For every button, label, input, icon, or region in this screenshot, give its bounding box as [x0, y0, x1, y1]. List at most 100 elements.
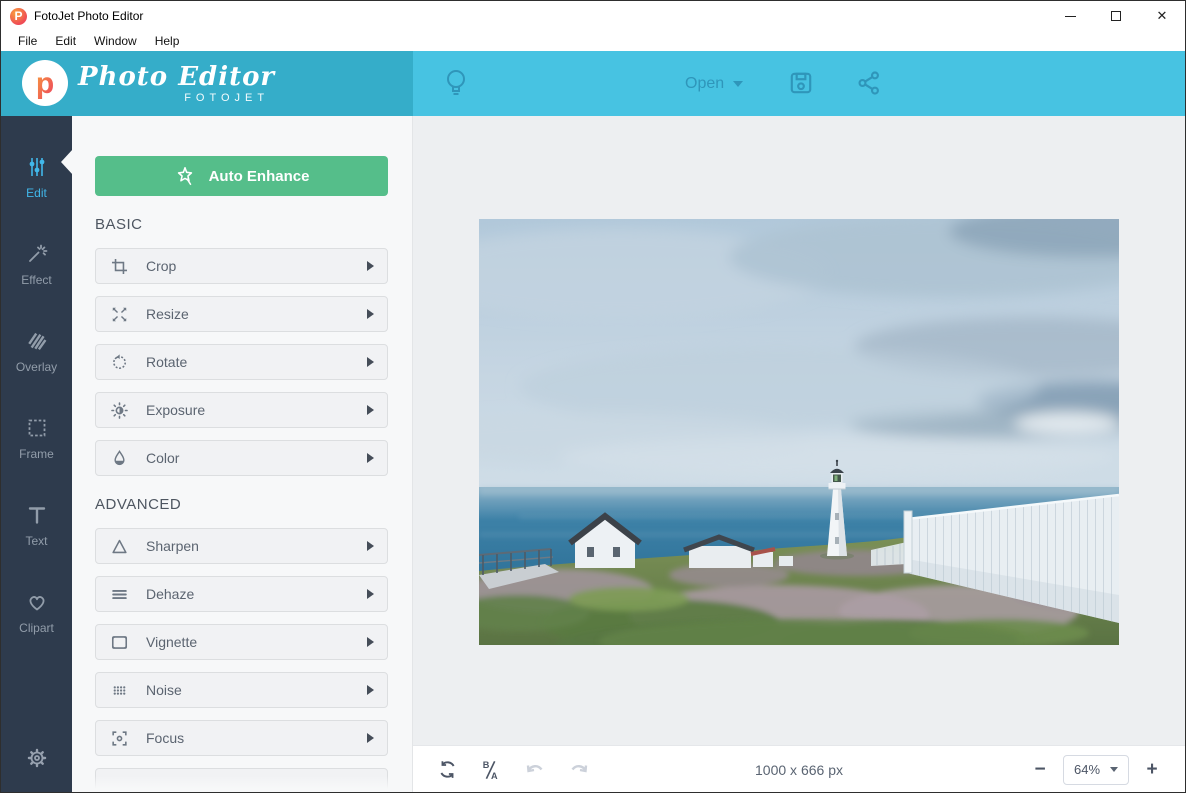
- svg-text:A: A: [491, 771, 498, 781]
- tool-item-sharpen[interactable]: Sharpen: [95, 528, 388, 564]
- share-nodes-icon: [858, 71, 879, 95]
- tool-item-label: Dehaze: [146, 586, 195, 602]
- settings-button[interactable]: [1, 738, 72, 778]
- svg-text:p: p: [36, 67, 54, 100]
- sidebar-item-label: Overlay: [15, 360, 58, 374]
- sidebar-item-edit[interactable]: Edit: [1, 134, 72, 221]
- open-label: Open: [685, 75, 725, 92]
- svg-text:B: B: [483, 760, 490, 770]
- tool-item-resize[interactable]: Resize: [95, 296, 388, 332]
- tool-item-focus[interactable]: Focus: [95, 720, 388, 756]
- compare-before-after-button[interactable]: B A: [474, 753, 508, 787]
- app-window: P FotoJet Photo Editor ✕ File Edit Windo…: [0, 0, 1186, 793]
- droplet-icon: [109, 448, 129, 468]
- chevron-right-icon: [367, 685, 374, 695]
- chevron-right-icon: [367, 733, 374, 743]
- tool-item-noise[interactable]: Noise: [95, 672, 388, 708]
- menu-help[interactable]: Help: [146, 34, 189, 48]
- crop-icon: [109, 256, 129, 276]
- fotojet-app-icon: P: [10, 7, 27, 25]
- sidebar-item-label: Effect: [21, 273, 52, 287]
- tool-item-label: Resize: [146, 306, 189, 322]
- tool-item-rotate[interactable]: Rotate: [95, 344, 388, 380]
- redo-arrow-icon: [571, 764, 588, 772]
- tool-item-label: Crop: [146, 258, 177, 274]
- chevron-right-icon: [367, 541, 374, 551]
- fotojet-logo-icon: p: [22, 60, 68, 106]
- undo-arrow-icon: [526, 764, 543, 772]
- sidebar-item-label: Frame: [19, 447, 54, 461]
- triangle-icon: [109, 536, 129, 556]
- magic-star-icon: [177, 166, 192, 186]
- menu-file[interactable]: File: [9, 34, 46, 48]
- tool-item-label: Focus: [146, 730, 185, 746]
- section-title-advanced: ADVANCED: [95, 496, 182, 513]
- zoom-out-button[interactable]: −: [1031, 760, 1049, 779]
- logo-area: p Photo Editor FOTOJET: [1, 51, 413, 116]
- rotate-icon: [109, 352, 129, 372]
- edit-tools-panel: Auto Enhance BASIC Crop Resize Rotate Ex…: [72, 116, 413, 792]
- auto-enhance-label: Auto Enhance: [208, 167, 310, 185]
- resize-arrows-icon: [109, 304, 129, 324]
- close-button[interactable]: ✕: [1139, 1, 1185, 31]
- horizontal-lines-icon: [109, 584, 129, 604]
- sidebar: Edit Effect Overlay Frame Text Clipart: [1, 116, 73, 792]
- undo-button[interactable]: [518, 753, 552, 787]
- zoom-level-value: 64%: [1074, 762, 1101, 777]
- tool-item-label: Vignette: [146, 634, 198, 650]
- before-after-icon: B A: [483, 760, 498, 781]
- menubar: File Edit Window Help: [1, 31, 1185, 51]
- reset-button[interactable]: [430, 753, 464, 787]
- tool-item-dehaze[interactable]: Dehaze: [95, 576, 388, 612]
- tool-item-label: Color: [146, 450, 180, 466]
- text-t-icon: [28, 507, 45, 524]
- photo-lighthouse-scene[interactable]: [479, 218, 1119, 645]
- gear-icon: [27, 748, 46, 768]
- zoom-level-dropdown[interactable]: 64%: [1063, 754, 1129, 785]
- auto-enhance-button[interactable]: Auto Enhance: [95, 156, 388, 196]
- caret-down-icon: [1110, 767, 1118, 772]
- vignette-corners-icon: [109, 632, 129, 652]
- zoom-in-button[interactable]: +: [1143, 760, 1161, 779]
- sidebar-item-label: Text: [25, 534, 48, 548]
- redo-button[interactable]: [562, 753, 596, 787]
- chevron-right-icon: [367, 589, 374, 599]
- maximize-icon: [1111, 11, 1121, 21]
- magic-wand-icon: [28, 244, 47, 262]
- chevron-right-icon: [367, 637, 374, 647]
- tool-item-vignette[interactable]: Vignette: [95, 624, 388, 660]
- tool-item-crop[interactable]: Crop: [95, 248, 388, 284]
- tool-item-label: Exposure: [146, 402, 206, 418]
- save-button[interactable]: [781, 63, 821, 103]
- sidebar-item-effect[interactable]: Effect: [1, 221, 72, 308]
- chevron-right-icon: [367, 405, 374, 415]
- open-dropdown[interactable]: Open: [685, 69, 744, 99]
- sidebar-item-text[interactable]: Text: [1, 482, 72, 569]
- section-title-basic: BASIC: [95, 216, 143, 233]
- heart-icon: [29, 596, 44, 611]
- tips-button[interactable]: [435, 62, 477, 104]
- maximize-button[interactable]: [1093, 1, 1139, 31]
- share-button[interactable]: [849, 63, 889, 103]
- sidebar-item-frame[interactable]: Frame: [1, 395, 72, 482]
- sidebar-item-overlay[interactable]: Overlay: [1, 308, 72, 395]
- tool-item-exposure[interactable]: Exposure: [95, 392, 388, 428]
- dot-grid-icon: [109, 680, 129, 700]
- menu-edit[interactable]: Edit: [46, 34, 85, 48]
- statusbar: B A 1000 x 666 px − 64% +: [413, 745, 1185, 792]
- titlebar: P FotoJet Photo Editor ✕: [1, 1, 1185, 31]
- tool-item-partial[interactable]: [95, 768, 388, 792]
- minimize-button[interactable]: [1047, 1, 1093, 31]
- canvas-area: [413, 116, 1185, 747]
- chevron-right-icon: [367, 261, 374, 271]
- tool-item-color[interactable]: Color: [95, 440, 388, 476]
- minimize-icon: [1064, 15, 1076, 17]
- reset-circular-arrows-icon: [440, 761, 454, 778]
- caret-down-icon: [733, 81, 744, 87]
- sliders-icon: [29, 158, 44, 176]
- chevron-right-icon: [367, 309, 374, 319]
- app-header: p Photo Editor FOTOJET Open: [1, 51, 1185, 116]
- sidebar-item-label: Clipart: [19, 621, 54, 635]
- sidebar-item-clipart[interactable]: Clipart: [1, 569, 72, 656]
- menu-window[interactable]: Window: [85, 34, 146, 48]
